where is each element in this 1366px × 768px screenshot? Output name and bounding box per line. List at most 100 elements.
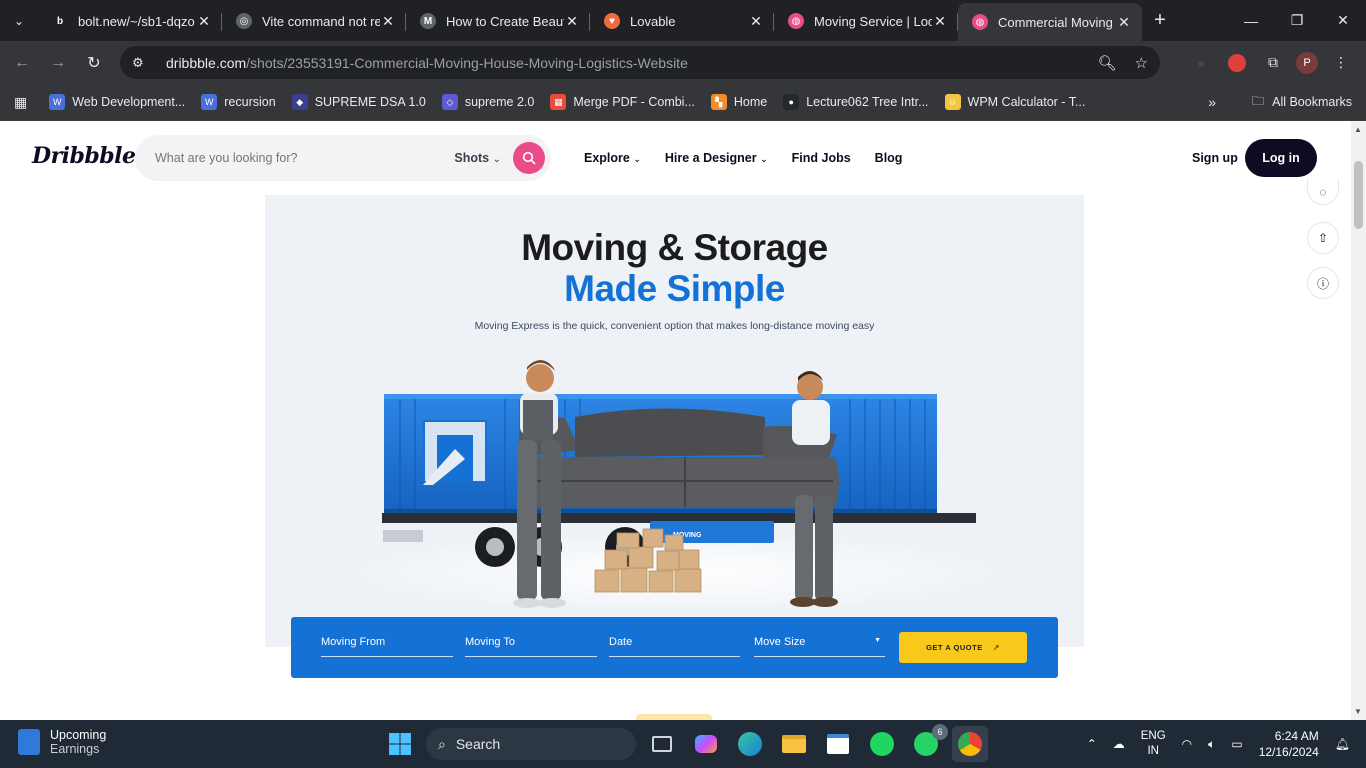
stock-chart-icon (18, 729, 40, 755)
minimize-icon: — (1244, 12, 1258, 29)
browser-tab[interactable]: ◍ Moving Service | Loca ✕ (774, 4, 958, 38)
extensions-puzzle-icon[interactable]: ⧉ (1260, 50, 1286, 76)
tab-search-menu-button[interactable]: ⌄ (0, 0, 38, 41)
browser-tab[interactable]: M How to Create Beauti ✕ (406, 4, 590, 38)
volume-icon[interactable]: 🔈︎ (1208, 737, 1215, 752)
taskbar-search[interactable]: ⌕ Search (426, 728, 636, 760)
search-input[interactable] (155, 151, 435, 165)
close-window-button[interactable]: ✕ (1320, 0, 1366, 41)
tab-title: How to Create Beauti (446, 13, 564, 29)
profile-avatar[interactable]: P (1296, 51, 1318, 74)
menu-kebab-icon[interactable]: ⋮ (1328, 50, 1354, 76)
scroll-down-icon[interactable]: ▼ (1354, 707, 1362, 716)
arrow-up-right-icon: ↗ (992, 643, 1000, 652)
back-button[interactable]: ← (4, 45, 40, 81)
bookmark-item[interactable]: ▦ Merge PDF - Combi... (550, 94, 695, 110)
extension-red-icon[interactable] (1224, 50, 1250, 76)
tab-close-icon[interactable]: ✕ (564, 13, 580, 30)
tab-close-icon[interactable]: ✕ (748, 13, 764, 30)
bookmark-label: WPM Calculator - T... (967, 95, 1086, 109)
language-indicator[interactable]: ENG IN (1141, 729, 1166, 759)
bookmark-item[interactable]: ▚ Home (710, 94, 767, 110)
nav-hire-designer[interactable]: Hire a Designer ⌄ (665, 151, 768, 165)
reload-button[interactable]: ↻ (76, 45, 112, 81)
minimize-button[interactable]: — (1228, 0, 1274, 41)
nav-find-jobs[interactable]: Find Jobs (792, 151, 851, 165)
all-bookmarks[interactable]: 🗀 All Bookmarks (1252, 92, 1352, 113)
browser-tab[interactable]: ◍ Commercial Moving ✕ (958, 3, 1142, 41)
booking-form: Moving From Moving To Date Move Size ▼ GE… (291, 617, 1058, 678)
bookmark-star-icon[interactable]: ☆ (1135, 54, 1148, 72)
plus-icon: + (1154, 8, 1166, 31)
chrome-icon[interactable] (952, 726, 988, 762)
apps-grid-icon[interactable]: ▦ (14, 94, 27, 111)
copilot-icon[interactable] (688, 726, 724, 762)
bookmarks-bar: ▦ W Web Development... Wrecursion ◆ SUPREME … (0, 84, 1366, 121)
reload-icon: ↻ (87, 54, 101, 72)
search-scope-dropdown[interactable]: Shots ⌄ (454, 151, 501, 165)
folder-icon: 🗀 (1251, 93, 1265, 108)
bookmark-item[interactable]: ● Lecture062 Tree Intr... (783, 94, 929, 110)
bookmark-label: Web Development... (72, 95, 186, 109)
whatsapp-icon[interactable]: 6 (908, 724, 948, 762)
search-button[interactable] (513, 142, 545, 174)
notification-bell-icon[interactable]: 🔔︎ (1335, 737, 1350, 751)
tab-close-icon[interactable]: ✕ (196, 13, 212, 30)
widget-title: Upcoming (50, 728, 107, 742)
comments-button[interactable]: ◌ (1307, 179, 1339, 205)
spotify-icon[interactable] (864, 726, 900, 762)
info-button[interactable]: ⓘ (1307, 267, 1339, 299)
tab-close-icon[interactable]: ✕ (932, 13, 948, 30)
edge-icon[interactable] (732, 726, 768, 762)
bookmark-item[interactable]: ☺ WPM Calculator - T... (944, 94, 1086, 110)
tab-close-icon[interactable]: ✕ (380, 13, 396, 30)
widget-subtitle: Earnings (50, 742, 100, 756)
get-quote-button[interactable]: GET A QUOTE ↗ (899, 632, 1027, 663)
start-button[interactable] (382, 726, 418, 762)
bookmark-item[interactable]: W Web Development... (49, 94, 185, 110)
widgets-button[interactable]: Upcoming Earnings (18, 728, 106, 756)
date-field[interactable]: Date (609, 633, 740, 657)
restore-button[interactable]: ❐ (1274, 0, 1320, 41)
extension-icon[interactable]: ● (1188, 50, 1214, 76)
address-bar[interactable]: ⚙ dribbble.com/shots/23553191-Commercial… (120, 46, 1160, 79)
wifi-icon[interactable]: ◠ (1182, 737, 1192, 751)
task-view-icon[interactable] (644, 726, 680, 762)
date-label: Date (609, 636, 633, 648)
nav-explore[interactable]: Explore ⌄ (584, 151, 641, 165)
file-explorer-icon[interactable] (776, 726, 812, 762)
moving-from-field[interactable]: Moving From (321, 633, 453, 657)
page-scrollbar[interactable]: ▲ ▼ (1351, 121, 1366, 720)
bookmark-favicon-icon: ☺ (944, 94, 961, 110)
new-tab-button[interactable]: + (1142, 2, 1178, 38)
more-bookmarks-icon[interactable]: » (1208, 94, 1216, 110)
site-settings-icon[interactable]: ⚙ (132, 55, 154, 71)
scroll-up-icon[interactable]: ▲ (1354, 125, 1362, 134)
share-button[interactable]: ⇧ (1307, 222, 1339, 254)
dribbble-logo[interactable]: Dribbble (32, 143, 136, 169)
zoom-icon[interactable]: 🔍︎ (1098, 54, 1117, 72)
caret-down-icon: ▼ (874, 637, 881, 644)
move-size-select[interactable]: Move Size ▼ (754, 633, 885, 657)
store-icon[interactable] (820, 726, 856, 762)
forward-button[interactable]: → (40, 45, 76, 81)
clock[interactable]: 6:24 AM 12/16/2024 (1259, 728, 1319, 760)
close-icon: ✕ (1337, 12, 1349, 28)
browser-tab[interactable]: ◎ Vite command not re ✕ (222, 4, 406, 38)
scrollbar-thumb[interactable] (1354, 161, 1363, 229)
search-scope-label: Shots (454, 151, 490, 165)
nav-blog[interactable]: Blog (875, 151, 903, 165)
onedrive-icon[interactable]: ☁ (1113, 737, 1125, 751)
bookmark-favicon-icon: W (49, 94, 66, 110)
bookmark-item[interactable]: ◆ SUPREME DSA 1.0 (291, 94, 426, 110)
bookmark-item[interactable]: ◇ supreme 2.0 (441, 94, 534, 110)
bookmark-item[interactable]: Wrecursion (201, 94, 276, 110)
battery-icon[interactable]: ▭ (1231, 737, 1242, 751)
moving-to-field[interactable]: Moving To (465, 633, 597, 657)
browser-tab[interactable]: b bolt.new/~/sb1-dqzo ✕ (38, 4, 222, 38)
browser-tab[interactable]: ♥ Lovable ✕ (590, 4, 774, 38)
signup-link[interactable]: Sign up (1192, 151, 1238, 165)
tray-overflow-icon[interactable]: ⌃ (1087, 737, 1097, 751)
tab-close-icon[interactable]: ✕ (1116, 14, 1132, 31)
login-button[interactable]: Log in (1245, 139, 1317, 177)
